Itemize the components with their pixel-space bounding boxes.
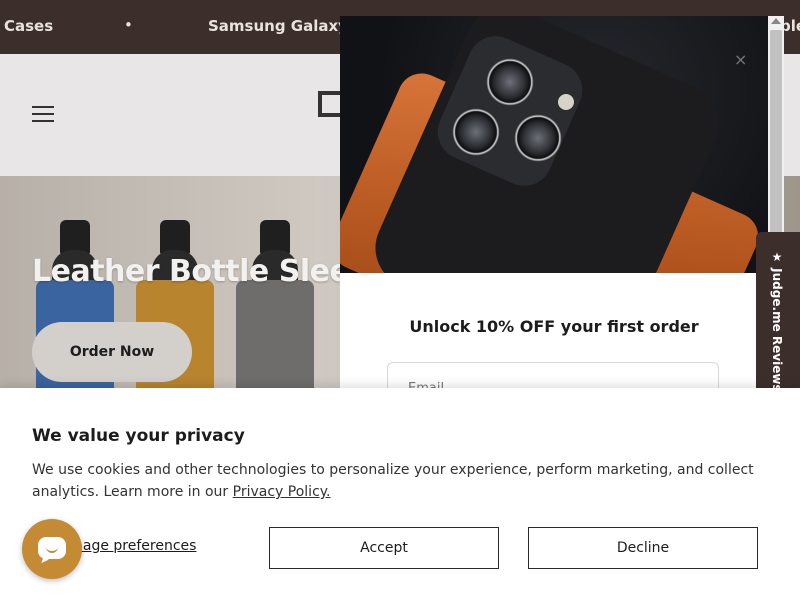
chat-button[interactable] <box>22 519 82 579</box>
chat-bubble-icon <box>38 537 66 559</box>
popup-heading: Unlock 10% OFF your first order <box>409 317 699 336</box>
scroll-up-arrow-icon[interactable] <box>771 18 781 24</box>
privacy-policy-link[interactable]: Privacy Policy. <box>233 484 331 500</box>
announcement-separator: • <box>124 16 133 34</box>
announcement-item[interactable]: Cases <box>4 17 53 35</box>
accept-button[interactable]: Accept <box>269 527 499 569</box>
newsletter-popup: × Unlock 10% OFF your first order <box>340 16 768 400</box>
hero-title: Leather Bottle Sleeve <box>32 254 389 289</box>
order-now-button[interactable]: Order Now <box>32 322 192 382</box>
leather-phone-case-image <box>340 16 768 273</box>
judgeme-label: ★ Judge.me Reviews <box>770 250 784 392</box>
close-icon[interactable]: × <box>734 50 747 69</box>
judgeme-reviews-tab[interactable]: ★ Judge.me Reviews <box>756 232 800 400</box>
decline-button[interactable]: Decline <box>528 527 758 569</box>
cookie-description: We use cookies and other technologies to… <box>32 462 754 500</box>
manage-preferences-link[interactable]: nage preferences <box>74 538 196 554</box>
hamburger-menu-icon[interactable] <box>32 106 54 122</box>
cookie-banner: We value your privacy We use cookies and… <box>0 388 800 600</box>
cookie-title: We value your privacy <box>32 426 245 446</box>
scroll-thumb[interactable] <box>770 30 782 260</box>
cookie-text: We use cookies and other technologies to… <box>32 459 772 503</box>
bottle-image <box>236 220 314 400</box>
